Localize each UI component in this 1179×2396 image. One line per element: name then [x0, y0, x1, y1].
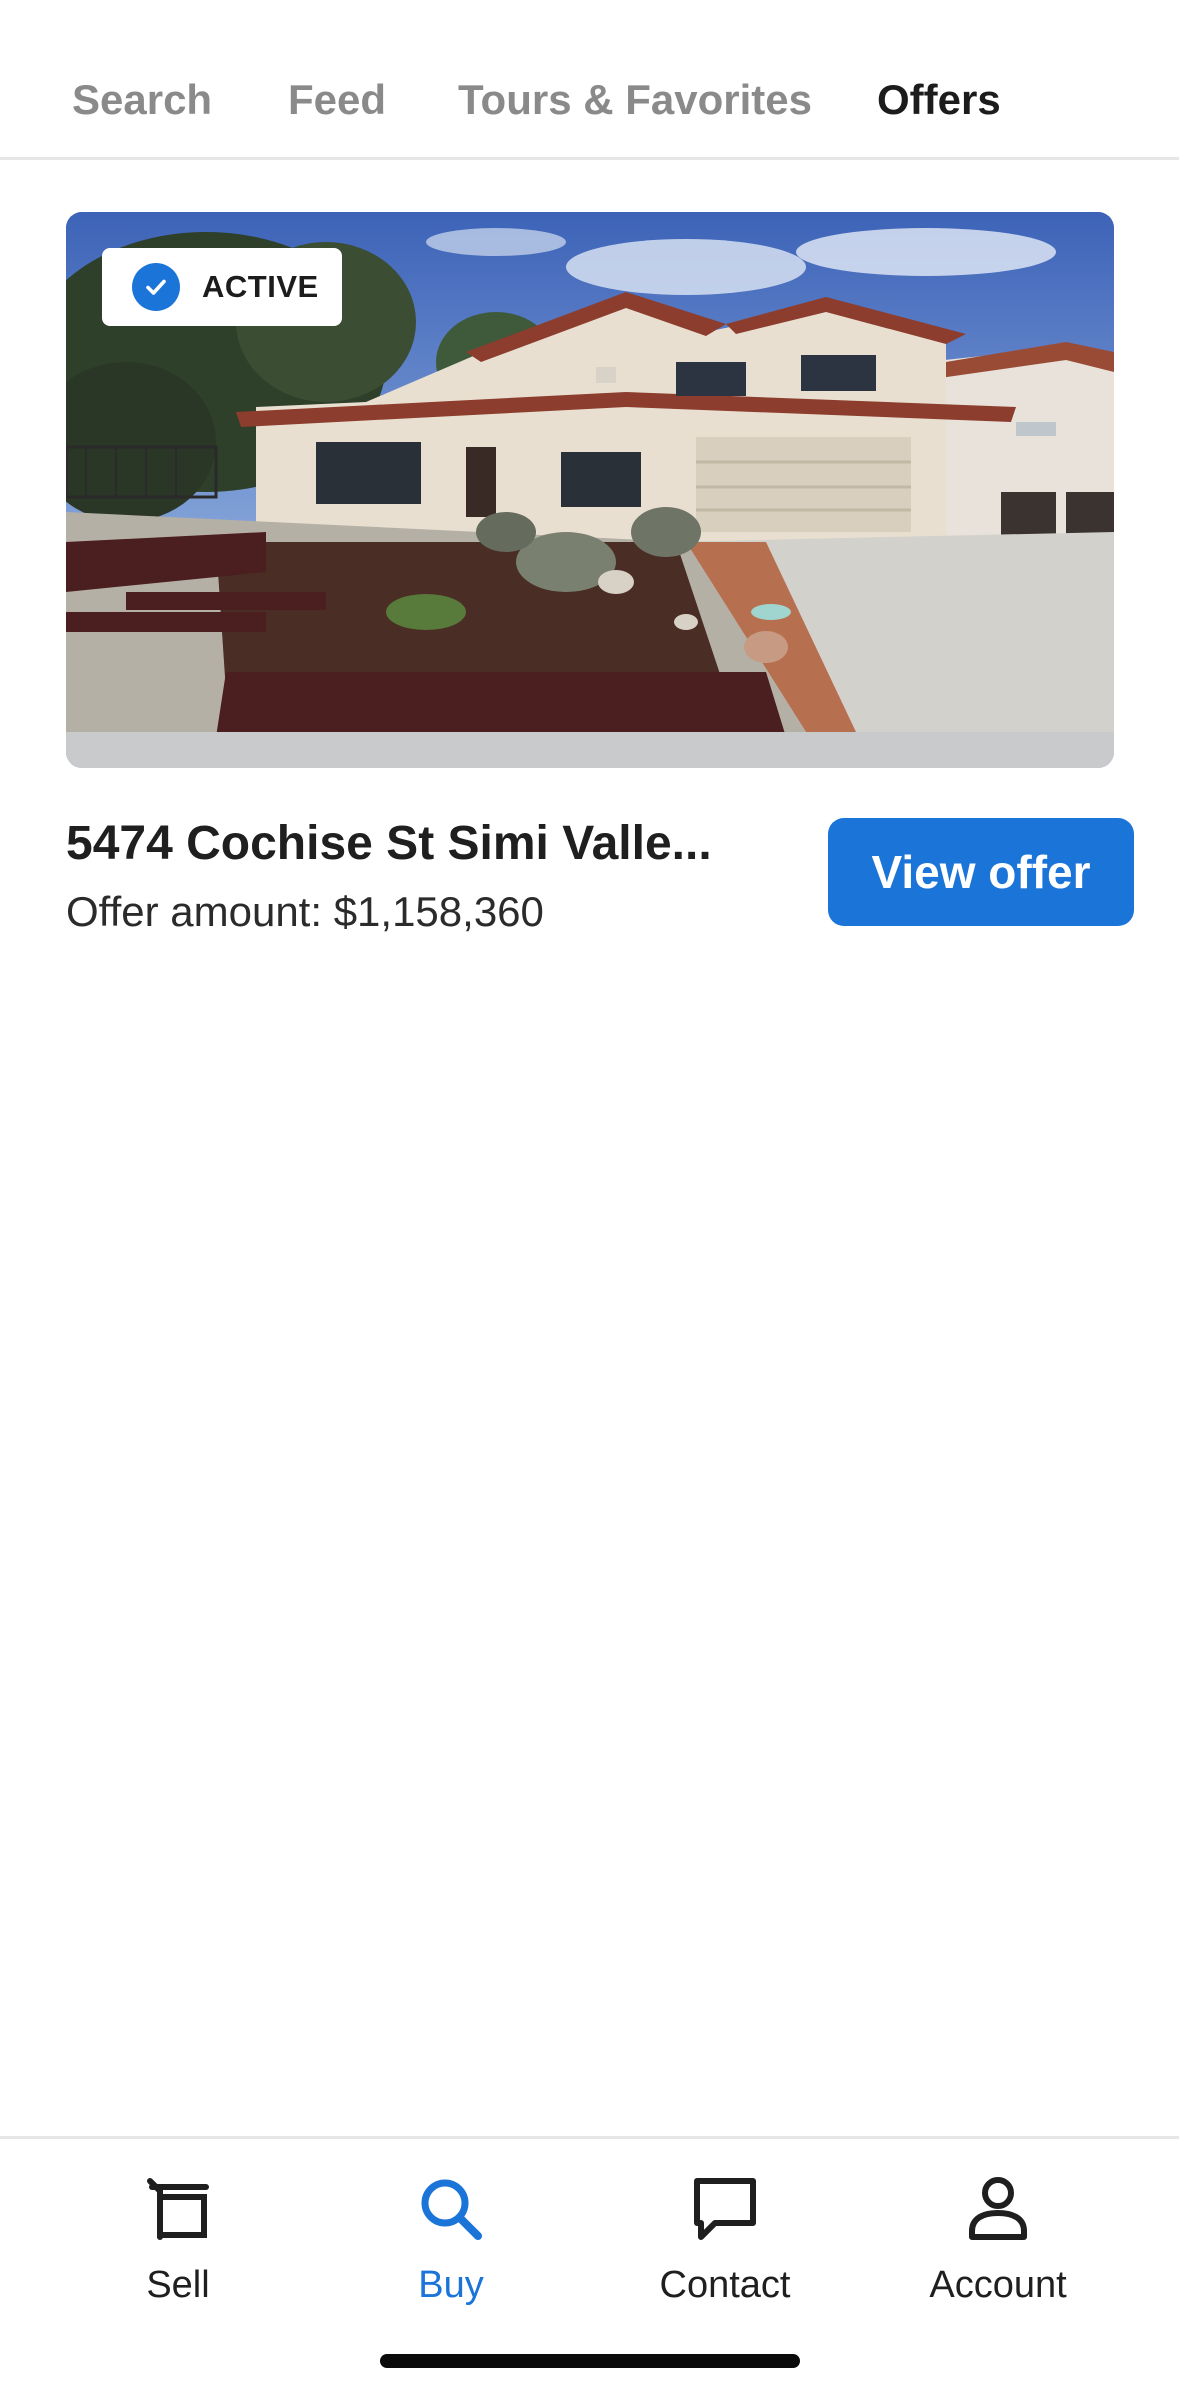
offer-card[interactable]: ACTIVE 5474 Cochise St Simi Valle... Off…	[66, 212, 1134, 972]
tab-offers[interactable]: Offers	[877, 72, 1001, 128]
tab-feed[interactable]: Feed	[288, 72, 386, 128]
nav-label-account: Account	[929, 2264, 1067, 2306]
nav-label-sell: Sell	[146, 2264, 210, 2306]
tab-search[interactable]: Search	[72, 72, 212, 128]
nav-item-contact[interactable]: Contact	[615, 2169, 835, 2319]
listing-address[interactable]: 5474 Cochise St Simi Valle...	[66, 812, 726, 876]
nav-label-contact: Contact	[659, 2264, 791, 2306]
chat-icon	[685, 2169, 765, 2249]
nav-item-account[interactable]: Account	[888, 2169, 1108, 2319]
nav-item-sell[interactable]: Sell	[68, 2169, 288, 2319]
status-label: ACTIVE	[202, 269, 319, 304]
offer-amount: Offer amount: $1,158,360	[66, 888, 544, 935]
search-icon	[411, 2169, 491, 2249]
nav-label-buy: Buy	[418, 2264, 484, 2306]
status-badge: ACTIVE	[102, 248, 342, 326]
view-offer-button[interactable]: View offer	[828, 818, 1134, 926]
home-indicator	[380, 2354, 800, 2368]
sell-icon	[138, 2169, 218, 2249]
top-tab-bar: Search Feed Tours & Favorites Offers	[0, 0, 1179, 160]
tab-tours-favorites[interactable]: Tours & Favorites	[458, 72, 812, 128]
nav-item-buy[interactable]: Buy	[341, 2169, 561, 2319]
house-photo[interactable]: ACTIVE	[66, 212, 1114, 768]
check-icon	[132, 263, 180, 311]
person-icon	[958, 2169, 1038, 2249]
